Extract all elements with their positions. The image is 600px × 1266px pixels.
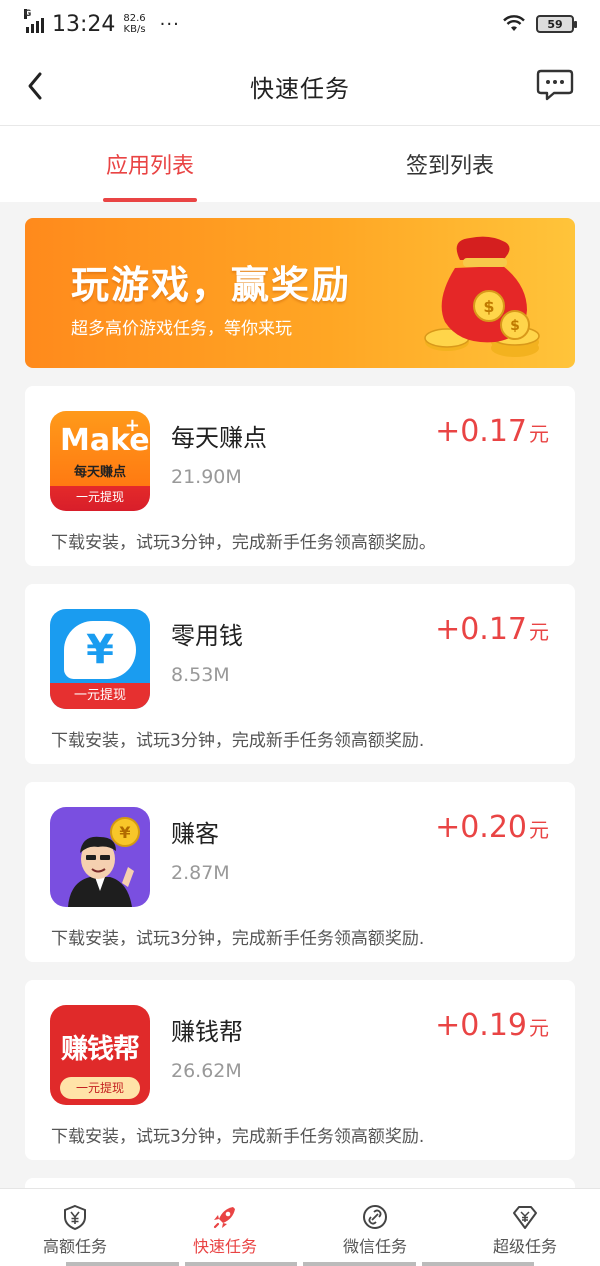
- tab-app-list[interactable]: 应用列表: [0, 126, 300, 202]
- status-time: 13:24: [52, 11, 116, 37]
- nav-label: 微信任务: [342, 1237, 407, 1256]
- reward-amount: +0.17 元: [435, 414, 549, 449]
- network-speed: 82.6 KB/s: [123, 13, 145, 35]
- icon-tag: 一元提现: [50, 683, 150, 709]
- speed-unit: KB/s: [123, 24, 146, 35]
- wifi-icon: [503, 15, 525, 31]
- coin-icon: ¥: [110, 817, 140, 847]
- app-size: 21.90M: [171, 466, 242, 488]
- reward-unit: 元: [529, 620, 549, 644]
- rocket-icon: [213, 1207, 235, 1229]
- battery-level: 59: [547, 17, 563, 31]
- svg-text:$: $: [510, 318, 520, 334]
- signal-icon: G: [24, 9, 44, 33]
- task-card[interactable]: ¥ 赚客 2.87M +0.20 元 下载安装，试玩3分钟，完成新手任务领高额奖励…: [25, 782, 575, 962]
- reward-unit: 元: [529, 1016, 549, 1040]
- nav-wechat-tasks[interactable]: 微信任务: [300, 1189, 450, 1266]
- tab-bar: 应用列表 签到列表: [0, 126, 600, 202]
- reward-unit: 元: [529, 422, 549, 446]
- back-icon[interactable]: [22, 68, 52, 104]
- app-icon-zhuanqianbang: 赚钱帮 一元提现: [50, 1005, 150, 1105]
- diamond-yuan-icon: [513, 1206, 537, 1229]
- reward-amount: +0.20 元: [435, 810, 549, 845]
- icon-subtext: 每天赚点: [73, 465, 126, 480]
- task-description: 下载安装，试玩3分钟，完成新手任务领高额奖励。: [51, 533, 436, 553]
- app-icon-meitianzhuandian: Make + 每天赚点 一元提现: [50, 411, 150, 511]
- yuan-shield-icon: [64, 1204, 86, 1231]
- app-icon-lingyongqian: ¥ 一元提现: [50, 609, 150, 709]
- reward-amount: +0.17 元: [435, 612, 549, 647]
- gesture-bar: [0, 1262, 600, 1266]
- reward-value: +0.17: [435, 612, 527, 647]
- money-bag-icon: $ $: [424, 236, 540, 357]
- icon-logo-text: 赚钱帮: [61, 1034, 140, 1065]
- task-description: 下载安装，试玩3分钟，完成新手任务领高额奖励.: [51, 1127, 425, 1147]
- nav-label: 超级任务: [492, 1237, 557, 1256]
- icon-tag: 一元提现: [75, 490, 124, 504]
- nav-high-value-tasks[interactable]: 高额任务: [0, 1189, 150, 1266]
- link-circle-icon: [363, 1205, 387, 1229]
- task-card[interactable]: ¥ 一元提现 零用钱 8.53M +0.17 元 下载安装，试玩3分钟，完成新手任…: [25, 584, 575, 764]
- tab-checkin-list[interactable]: 签到列表: [300, 126, 600, 202]
- nav-label: 快速任务: [192, 1237, 257, 1256]
- svg-text:$: $: [483, 297, 494, 316]
- reward-value: +0.17: [435, 414, 527, 449]
- task-description: 下载安装，试玩3分钟，完成新手任务领高额奖励.: [51, 929, 425, 949]
- app-name: 每天赚点: [171, 424, 267, 452]
- task-description: 下载安装，试玩3分钟，完成新手任务领高额奖励.: [51, 731, 425, 751]
- reward-unit: 元: [529, 818, 549, 842]
- task-card[interactable]: 赚钱帮 一元提现 赚钱帮 26.62M +0.19 元 下载安装，试玩3分钟，完成…: [25, 980, 575, 1160]
- nav-super-tasks[interactable]: 超级任务: [450, 1189, 600, 1266]
- task-card[interactable]: Make + 每天赚点 一元提现 每天赚点 21.90M +0.17 元 下载安装…: [25, 386, 575, 566]
- app-size: 2.87M: [171, 862, 230, 884]
- reward-value: +0.19: [435, 1008, 527, 1043]
- app-name: 赚钱帮: [171, 1018, 243, 1046]
- status-bar: G 13:24 82.6 KB/s ··· 59: [0, 0, 600, 48]
- bottom-nav: 高额任务 快速任务 微信任务 超级任务: [0, 1188, 600, 1266]
- message-icon[interactable]: [536, 68, 574, 102]
- app-name: 零用钱: [171, 622, 243, 650]
- banner-title: 玩游戏，赢奖励: [71, 263, 352, 307]
- nav-label: 高额任务: [42, 1237, 107, 1256]
- app-header: 快速任务: [0, 48, 600, 126]
- speed-value: 82.6: [123, 13, 146, 24]
- page-title: 快速任务: [250, 75, 350, 103]
- reward-amount: +0.19 元: [435, 1008, 549, 1043]
- promo-banner[interactable]: 玩游戏，赢奖励 超多高价游戏任务，等你来玩 $ $: [25, 218, 575, 368]
- banner-subtitle: 超多高价游戏任务，等你来玩: [71, 319, 292, 339]
- app-size: 8.53M: [171, 664, 230, 686]
- reward-value: +0.20: [435, 810, 527, 845]
- more-notifications-icon: ···: [159, 13, 180, 35]
- icon-tag: 一元提现: [60, 1077, 140, 1099]
- network-type: G: [24, 9, 32, 19]
- battery-icon: 59: [536, 15, 577, 33]
- yuan-icon: ¥: [64, 621, 136, 679]
- icon-plus: +: [124, 415, 140, 436]
- app-icon-zhuanke: ¥: [50, 807, 150, 907]
- app-name: 赚客: [171, 820, 219, 848]
- app-size: 26.62M: [171, 1060, 242, 1082]
- nav-quick-tasks[interactable]: 快速任务: [150, 1189, 300, 1266]
